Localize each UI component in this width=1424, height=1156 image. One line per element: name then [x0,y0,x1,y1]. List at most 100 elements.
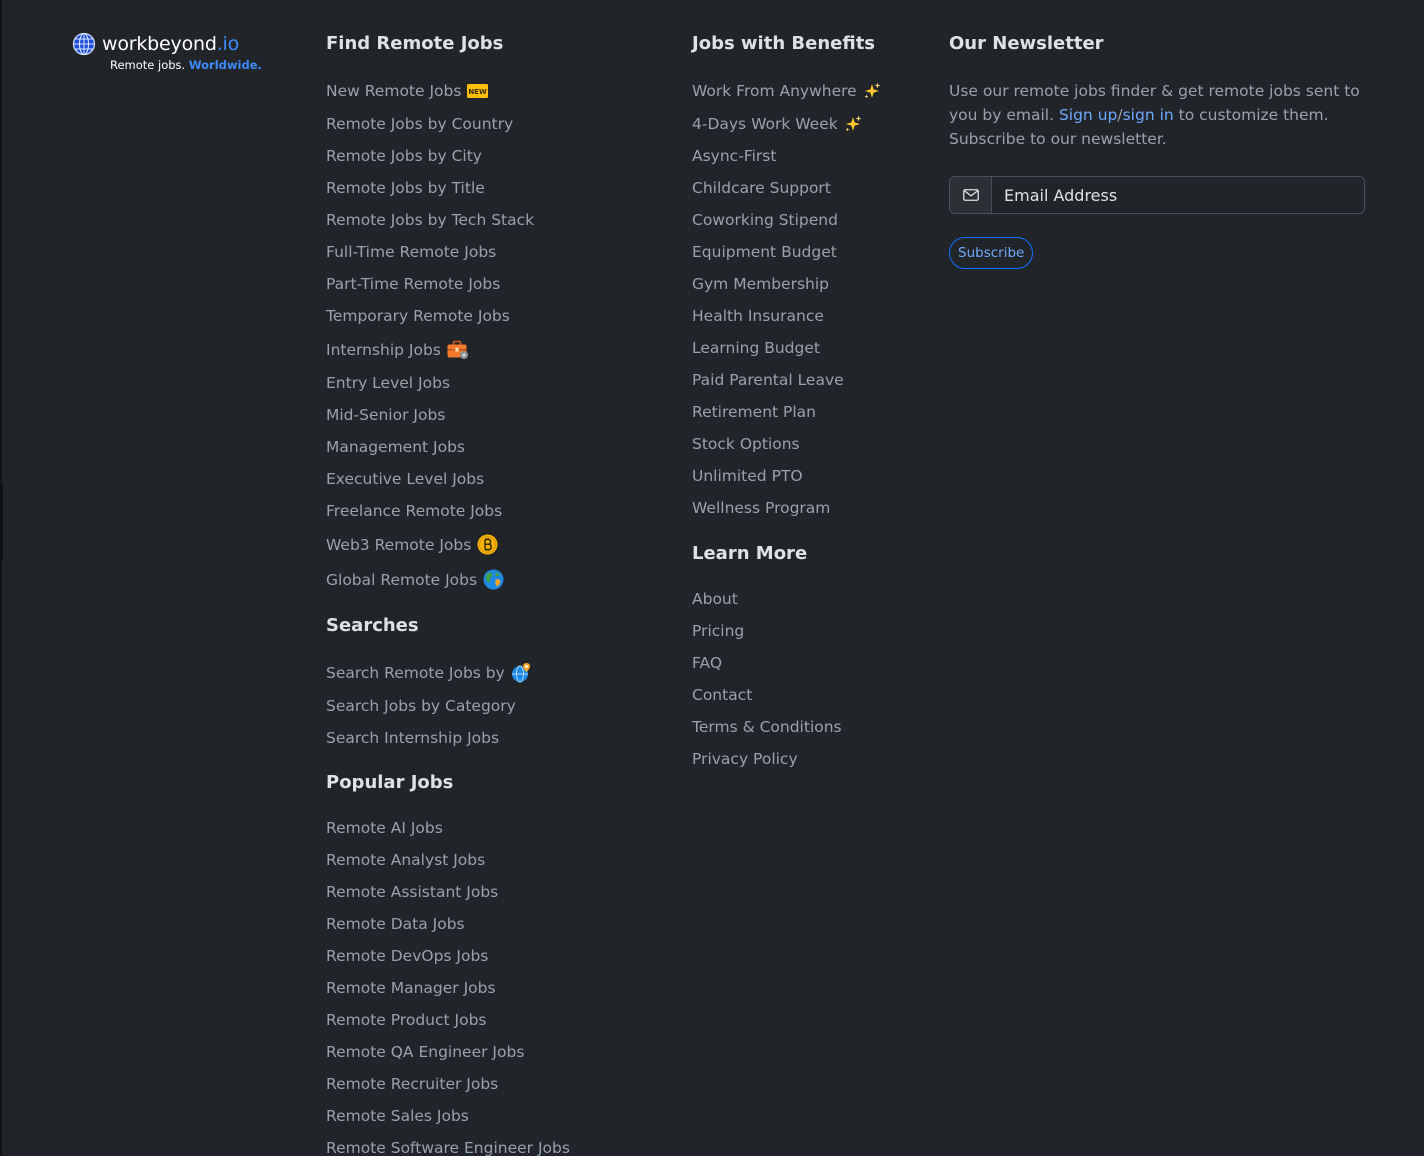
link-remote-jobs-by-country[interactable]: Remote Jobs by Country [326,108,513,140]
link-remote-software-engineer-jobs[interactable]: Remote Software Engineer Jobs [326,1132,570,1156]
popular-jobs-heading: Popular Jobs [326,772,454,793]
list-item: Internship Jobs [326,332,570,367]
list-item: Terms & Conditions [692,711,881,743]
earth-globe-icon [483,569,504,590]
subscribe-button[interactable]: Subscribe [949,237,1034,269]
envelope-icon [962,189,979,201]
link-remote-jobs-by-tech-stack[interactable]: Remote Jobs by Tech Stack [326,204,534,236]
link-4-days-work-week[interactable]: 4-Days Work Week [692,108,838,140]
link-health-insurance[interactable]: Health Insurance [692,300,824,332]
searches-list: Search Remote Jobs by Search Jobs by Cat… [326,655,570,754]
link-contact[interactable]: Contact [692,679,752,711]
learn-more-heading: Learn More [692,543,808,564]
link-search-jobs-by-category[interactable]: Search Jobs by Category [326,690,516,722]
list-item: Remote Recruiter Jobs [326,1068,570,1100]
link-retirement-plan[interactable]: Retirement Plan [692,396,816,428]
link-stock-options[interactable]: Stock Options [692,428,800,460]
link-remote-data-jobs[interactable]: Remote Data Jobs [326,908,465,940]
list-item: Remote Jobs by Title [326,172,570,204]
link-remote-jobs-by-city[interactable]: Remote Jobs by City [326,140,482,172]
list-item: Privacy Policy [692,743,881,775]
link-new-remote-jobs[interactable]: New Remote Jobs [326,75,461,107]
list-item: Unlimited PTO [692,460,881,492]
link-part-time-remote-jobs[interactable]: Part-Time Remote Jobs [326,268,500,300]
list-item: Wellness Program [692,492,881,524]
link-remote-product-jobs[interactable]: Remote Product Jobs [326,1004,486,1036]
list-item: Remote Jobs by Country [326,108,570,140]
link-faq[interactable]: FAQ [692,647,722,679]
link-internship-jobs[interactable]: Internship Jobs [326,334,441,366]
list-item: Remote Analyst Jobs [326,844,570,876]
list-item: Gym Membership [692,268,881,300]
link-unlimited-pto[interactable]: Unlimited PTO [692,460,803,492]
list-item: Executive Level Jobs [326,463,570,495]
link-privacy-policy[interactable]: Privacy Policy [692,743,798,775]
email-field[interactable] [992,177,1364,213]
list-item: Management Jobs [326,431,570,463]
site-logo[interactable]: workbeyond.io Remote jobs. Worldwide. [72,32,262,72]
list-item: Remote Manager Jobs [326,972,570,1004]
link-wellness-program[interactable]: Wellness Program [692,492,830,524]
link-paid-parental-leave[interactable]: Paid Parental Leave [692,364,844,396]
link-learning-budget[interactable]: Learning Budget [692,332,820,364]
link-entry-level-jobs[interactable]: Entry Level Jobs [326,367,450,399]
link-equipment-budget[interactable]: Equipment Budget [692,236,837,268]
list-item: 4-Days Work Week [692,108,881,140]
sign-up-link[interactable]: Sign up [1059,106,1117,124]
globe-logo-icon [72,32,96,56]
benefits-column: Jobs with Benefits Work From Anywhere 4-… [692,30,881,775]
list-item: Remote Product Jobs [326,1004,570,1036]
link-remote-assistant-jobs[interactable]: Remote Assistant Jobs [326,876,498,908]
link-remote-qa-engineer-jobs[interactable]: Remote QA Engineer Jobs [326,1036,524,1068]
benefits-list: Work From Anywhere 4-Days Work Week Asyn… [692,73,881,524]
link-temporary-remote-jobs[interactable]: Temporary Remote Jobs [326,300,510,332]
newsletter-description: Use our remote jobs finder & get remote … [949,79,1366,151]
logo-wordmark: workbeyond.io [102,33,239,55]
list-item: Remote AI Jobs [326,812,570,844]
list-item: Remote Jobs by Tech Stack [326,204,570,236]
link-coworking-stipend[interactable]: Coworking Stipend [692,204,838,236]
link-gym-membership[interactable]: Gym Membership [692,268,829,300]
list-item: Pricing [692,615,881,647]
logo-tagline: Remote jobs. Worldwide. [110,58,262,72]
side-tab[interactable] [0,484,3,560]
link-remote-devops-jobs[interactable]: Remote DevOps Jobs [326,940,488,972]
logo-name: workbeyond [102,33,217,55]
list-item: Search Jobs by Category [326,690,570,722]
link-management-jobs[interactable]: Management Jobs [326,431,465,463]
link-search-internship-jobs[interactable]: Search Internship Jobs [326,722,499,754]
left-edge [0,0,2,1156]
link-remote-analyst-jobs[interactable]: Remote Analyst Jobs [326,844,485,876]
link-web3-remote-jobs[interactable]: Web3 Remote Jobs [326,529,471,561]
link-search-remote-jobs-by[interactable]: Search Remote Jobs by [326,657,505,689]
link-childcare-support[interactable]: Childcare Support [692,172,831,204]
link-about[interactable]: About [692,583,738,615]
link-remote-manager-jobs[interactable]: Remote Manager Jobs [326,972,496,1004]
briefcase-icon [447,340,468,359]
link-remote-jobs-by-title[interactable]: Remote Jobs by Title [326,172,485,204]
list-item: Full-Time Remote Jobs [326,236,570,268]
list-item: Contact [692,679,881,711]
footer-page: workbeyond.io Remote jobs. Worldwide. Fi… [0,0,1424,1156]
link-remote-ai-jobs[interactable]: Remote AI Jobs [326,812,443,844]
find-remote-jobs-list: New Remote Jobs NEW Remote Jobs by Count… [326,73,570,597]
link-mid-senior-jobs[interactable]: Mid-Senior Jobs [326,399,445,431]
link-async-first[interactable]: Async-First [692,140,776,172]
logo-tld: .io [216,33,240,55]
link-full-time-remote-jobs[interactable]: Full-Time Remote Jobs [326,236,496,268]
list-item: Remote DevOps Jobs [326,940,570,972]
sign-in-link[interactable]: sign in [1123,106,1174,124]
link-global-remote-jobs[interactable]: Global Remote Jobs [326,564,477,596]
link-work-from-anywhere[interactable]: Work From Anywhere [692,75,857,107]
link-remote-sales-jobs[interactable]: Remote Sales Jobs [326,1100,469,1132]
list-item: Health Insurance [692,300,881,332]
link-executive-level-jobs[interactable]: Executive Level Jobs [326,463,484,495]
list-item: Coworking Stipend [692,204,881,236]
list-item: Async-First [692,140,881,172]
bitcoin-icon [477,534,498,555]
link-remote-recruiter-jobs[interactable]: Remote Recruiter Jobs [326,1068,498,1100]
link-terms-conditions[interactable]: Terms & Conditions [692,711,842,743]
link-pricing[interactable]: Pricing [692,615,744,647]
list-item: Remote Data Jobs [326,908,570,940]
link-freelance-remote-jobs[interactable]: Freelance Remote Jobs [326,495,502,527]
